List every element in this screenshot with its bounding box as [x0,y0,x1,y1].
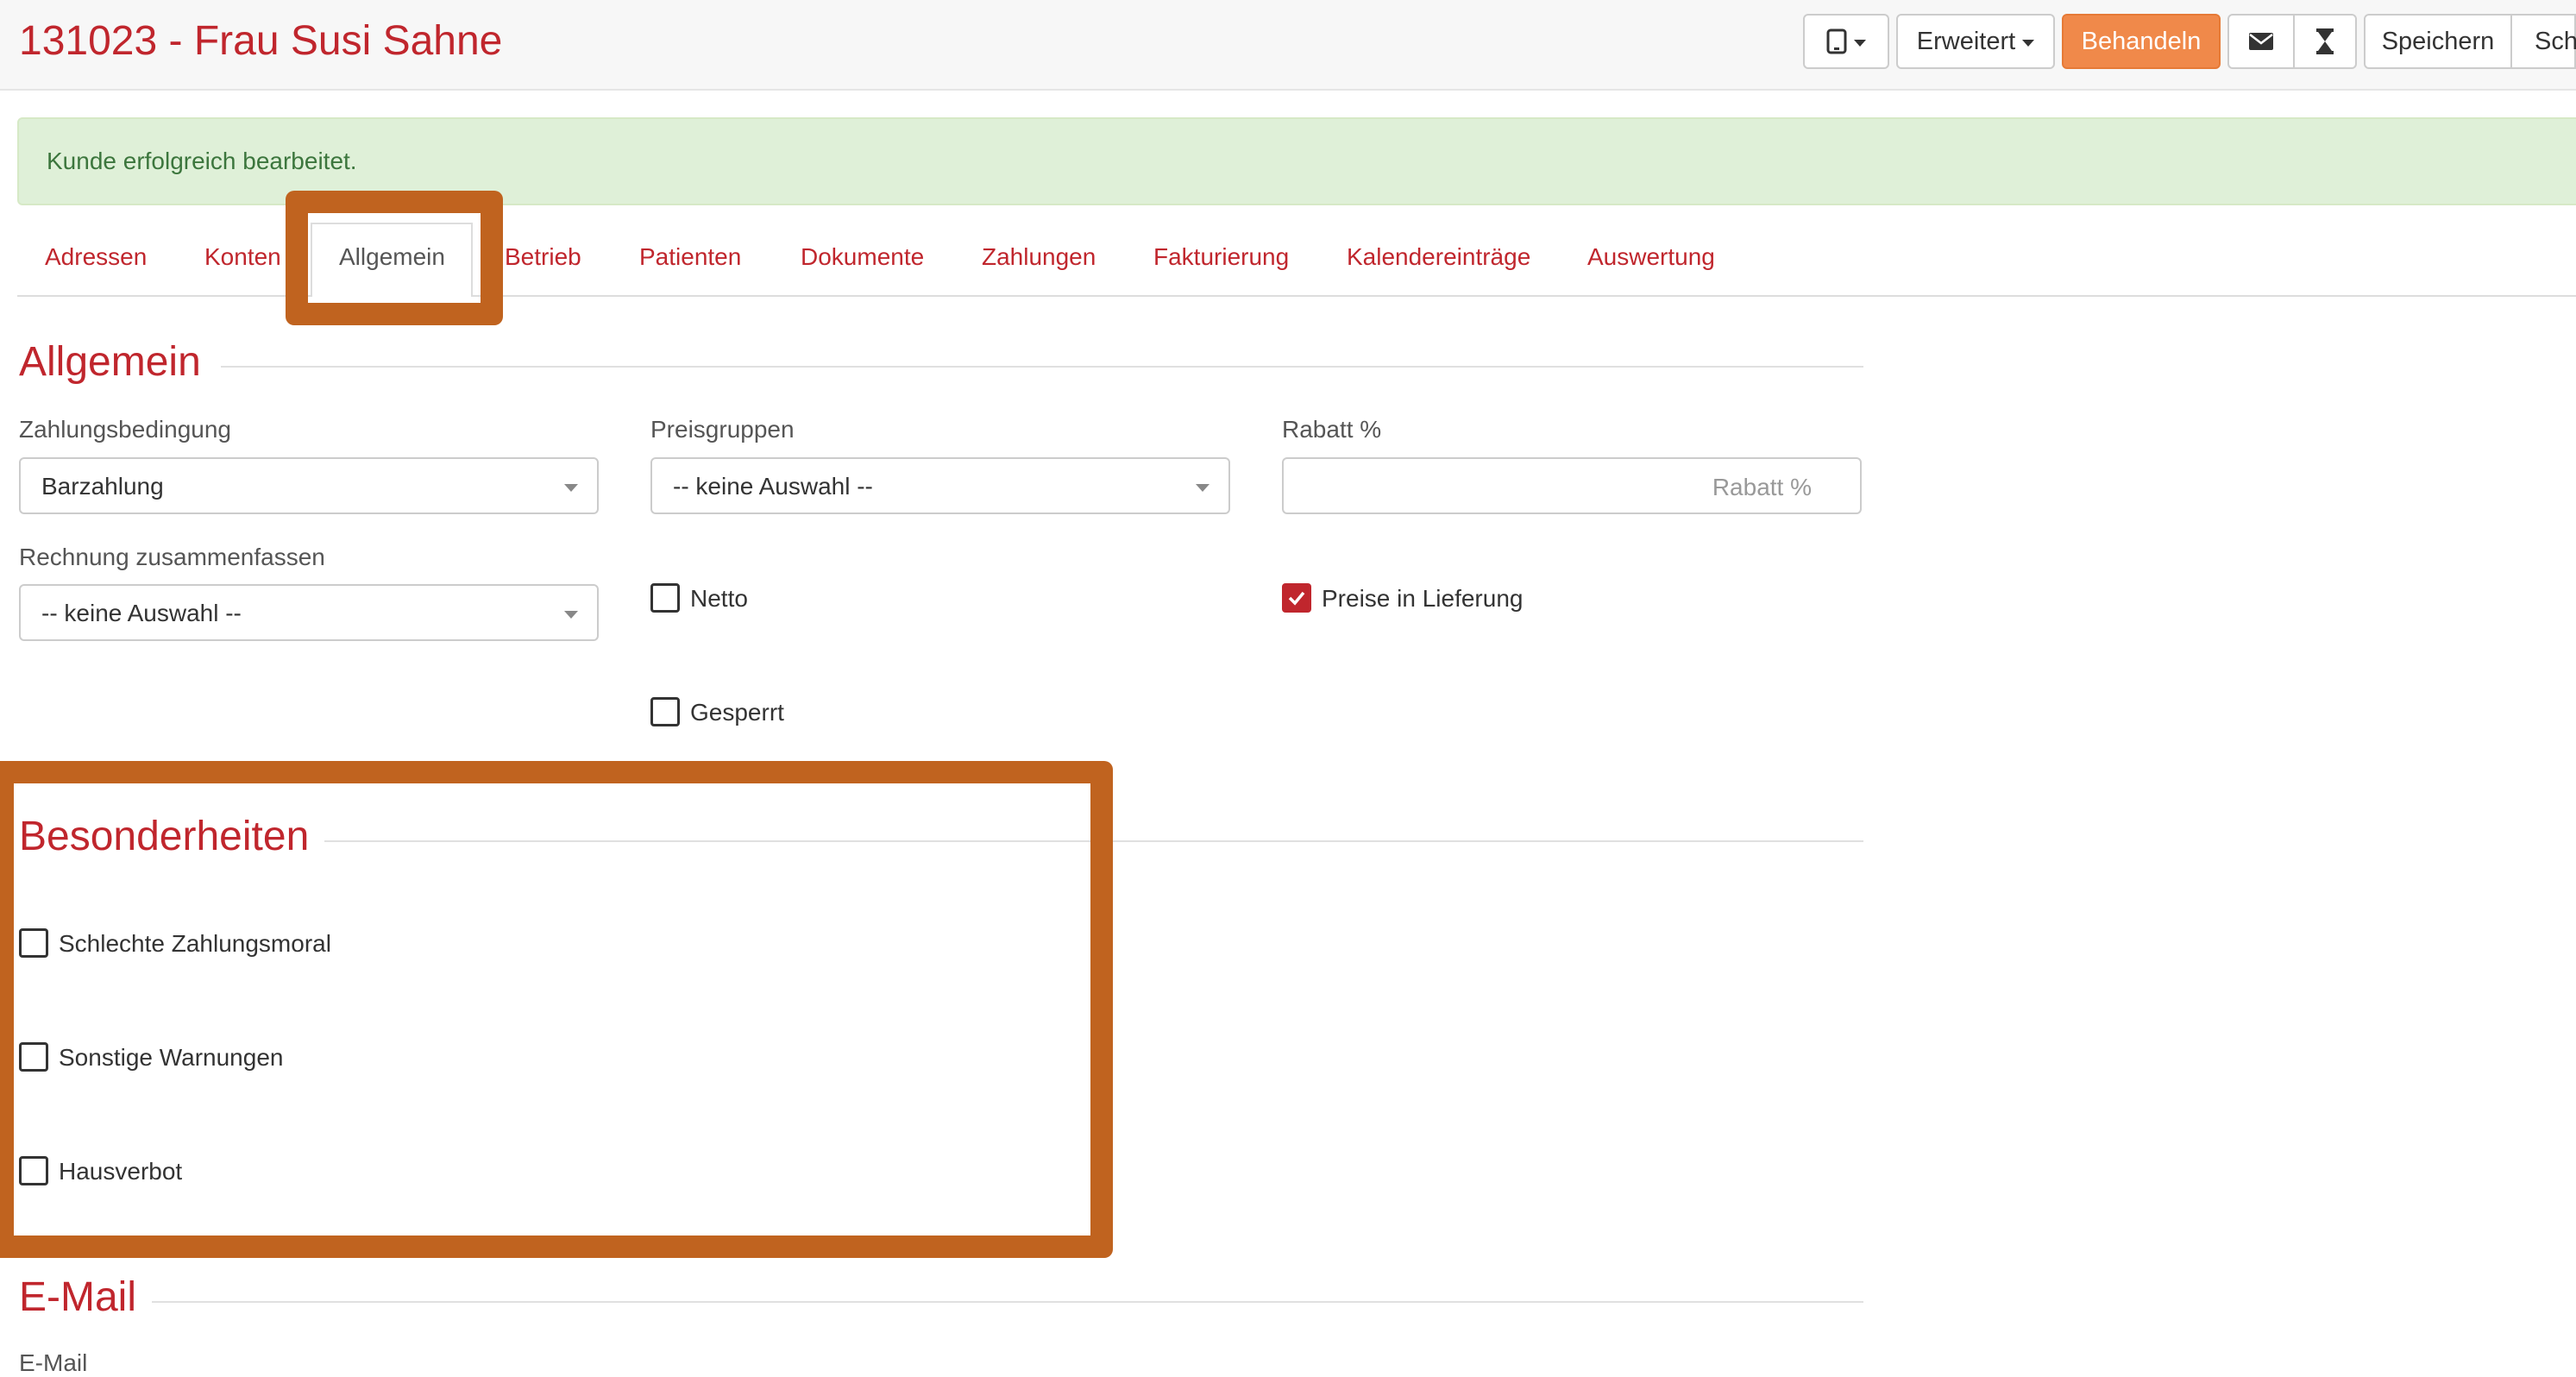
tab-betrieb[interactable]: Betrieb [505,243,581,271]
sch-button[interactable]: Sch [2510,14,2576,69]
top-bar: 131023 - Frau Susi Sahne Erweitert Behan… [0,0,2576,91]
sonstige-warnungen-label: Sonstige Warnungen [59,1044,284,1071]
success-alert: Kunde erfolgreich bearbeitet. [17,117,2576,205]
schlechte-zahlungsmoral-checkbox[interactable] [19,928,48,958]
behandeln-button[interactable]: Behandeln [2062,14,2221,69]
tab-konten[interactable]: Konten [204,243,281,271]
chevron-down-icon [564,484,578,492]
preisgruppen-label: Preisgruppen [650,416,795,443]
tab-zahlungen[interactable]: Zahlungen [982,243,1096,271]
tab-kalendereintraege[interactable]: Kalendereinträge [1347,243,1530,271]
checkmark-icon [1288,591,1305,606]
gesperrt-checkbox[interactable] [650,697,680,726]
chevron-down-icon [1854,40,1866,47]
email-label: E-Mail [19,1349,88,1376]
erweitert-label: Erweitert [1916,27,2016,55]
speichern-button[interactable]: Speichern [2364,14,2512,69]
preise-in-lieferung-label: Preise in Lieferung [1322,585,1524,612]
section-title-email: E-Mail [19,1274,137,1320]
tab-dokumente[interactable]: Dokumente [801,243,924,271]
rechnung-zusammenfassen-select[interactable]: -- keine Auswahl -- [19,584,599,641]
rabatt-input[interactable]: Rabatt % [1282,457,1862,514]
tablet-icon [1826,28,1847,54]
netto-label: Netto [690,585,748,612]
timer-button[interactable] [2293,14,2357,69]
section-divider [324,840,1863,842]
zahlungsbedingung-select[interactable]: Barzahlung [19,457,599,514]
preise-in-lieferung-checkbox[interactable] [1282,583,1311,613]
zahlungsbedingung-label: Zahlungsbedingung [19,416,231,443]
email-button[interactable] [2227,14,2295,69]
hausverbot-checkbox[interactable] [19,1156,48,1185]
netto-checkbox[interactable] [650,583,680,613]
tab-adressen[interactable]: Adressen [45,243,147,271]
tab-fakturierung[interactable]: Fakturierung [1153,243,1289,271]
erweitert-dropdown-button[interactable]: Erweitert [1896,14,2055,69]
alert-text: Kunde erfolgreich bearbeitet. [47,148,357,174]
chevron-down-icon [2022,40,2035,47]
page-title: 131023 - Frau Susi Sahne [19,18,503,64]
chevron-down-icon [1196,484,1209,492]
rabatt-placeholder: Rabatt % [1712,474,1812,500]
section-title-allgemein: Allgemein [19,339,201,385]
rechnung-zusammenfassen-label: Rechnung zusammenfassen [19,544,325,570]
device-dropdown-button[interactable] [1803,14,1889,69]
section-divider [152,1301,1863,1303]
preisgruppen-value: -- keine Auswahl -- [673,473,873,500]
section-divider [221,366,1863,368]
chevron-down-icon [564,611,578,619]
section-title-besonderheiten: Besonderheiten [19,814,310,859]
rabatt-label: Rabatt % [1282,416,1382,443]
tab-auswertung[interactable]: Auswertung [1587,243,1715,271]
preisgruppen-select[interactable]: -- keine Auswahl -- [650,457,1230,514]
zahlungsbedingung-value: Barzahlung [41,473,164,500]
hourglass-icon [2315,28,2334,54]
tab-patienten[interactable]: Patienten [639,243,741,271]
envelope-icon [2248,31,2274,52]
rechnung-zusammenfassen-value: -- keine Auswahl -- [41,600,242,626]
gesperrt-label: Gesperrt [690,699,784,726]
hausverbot-label: Hausverbot [59,1158,183,1185]
tab-allgemein[interactable]: Allgemein [339,243,445,271]
schlechte-zahlungsmoral-label: Schlechte Zahlungsmoral [59,930,331,957]
sonstige-warnungen-checkbox[interactable] [19,1042,48,1072]
